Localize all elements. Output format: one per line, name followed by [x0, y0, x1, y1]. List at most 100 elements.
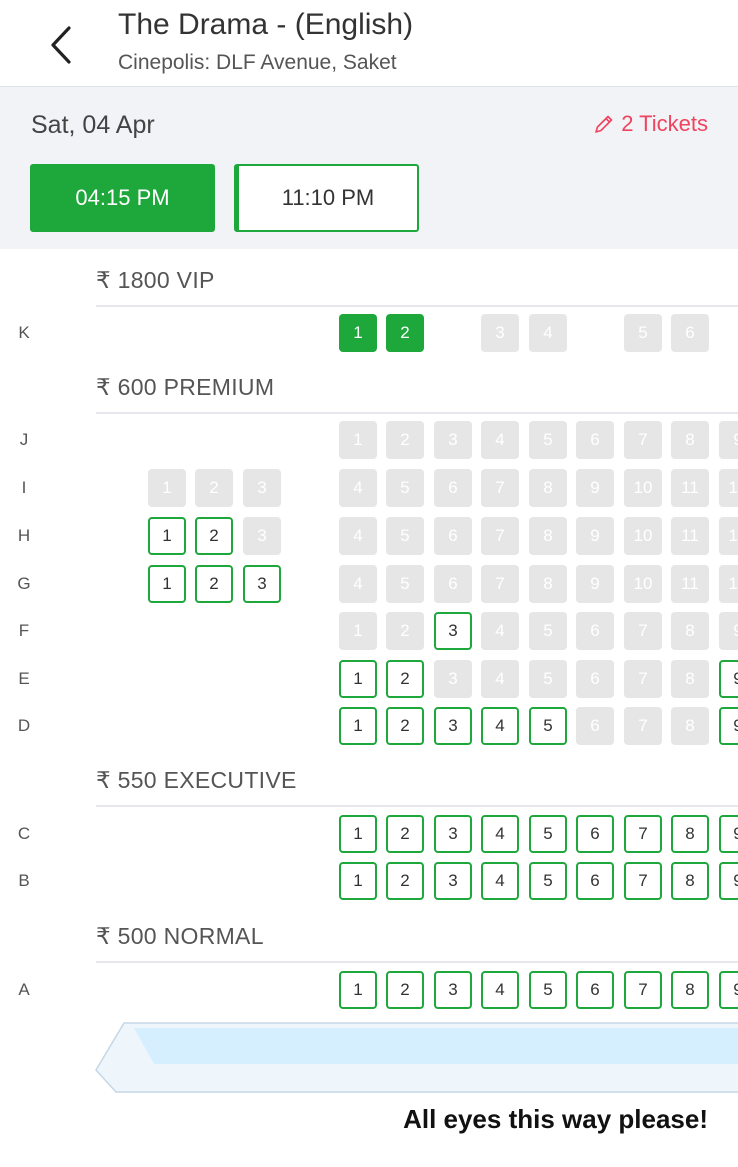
seat-G2[interactable]: 2: [195, 565, 233, 603]
seat-B9[interactable]: 9: [719, 862, 738, 900]
seat-G3[interactable]: 3: [243, 565, 281, 603]
seat-H8: 8: [529, 517, 567, 555]
seat-B6[interactable]: 6: [576, 862, 614, 900]
screen-graphic: [95, 1022, 738, 1093]
seat-C5[interactable]: 5: [529, 815, 567, 853]
seat-H11: 11: [671, 517, 709, 555]
row-label: A: [18, 980, 30, 999]
screen-caption: All eyes this way please!: [403, 1104, 708, 1134]
seat-H5: 5: [386, 517, 424, 555]
movie-title: The Drama - (English): [118, 8, 414, 41]
seat-G6: 6: [434, 565, 472, 603]
seat-G5: 5: [386, 565, 424, 603]
seat-C8[interactable]: 8: [671, 815, 709, 853]
ticket-count-button[interactable]: 2 Tickets: [593, 111, 708, 137]
seat-J3: 3: [434, 421, 472, 459]
seat-K2[interactable]: 2: [386, 314, 424, 352]
seat-D2[interactable]: 2: [386, 707, 424, 745]
seat-A8[interactable]: 8: [671, 971, 709, 1009]
seat-B3[interactable]: 3: [434, 862, 472, 900]
seat-I6: 6: [434, 469, 472, 507]
seat-J4: 4: [481, 421, 519, 459]
row-label: C: [17, 824, 31, 843]
seat-F3[interactable]: 3: [434, 612, 472, 650]
section-divider: [96, 805, 738, 807]
seat-B4[interactable]: 4: [481, 862, 519, 900]
cinema-name: Cinepolis: DLF Avenue, Saket: [118, 51, 397, 74]
seat-K1[interactable]: 1: [339, 314, 377, 352]
seat-C9[interactable]: 9: [719, 815, 738, 853]
seat-D3[interactable]: 3: [434, 707, 472, 745]
seat-D9[interactable]: 9: [719, 707, 738, 745]
pencil-icon: [595, 115, 613, 133]
seat-G1[interactable]: 1: [148, 565, 186, 603]
seat-C2[interactable]: 2: [386, 815, 424, 853]
app-header: The Drama - (English) Cinepolis: DLF Ave…: [0, 0, 738, 87]
seat-E9[interactable]: 9: [719, 660, 738, 698]
seat-C7[interactable]: 7: [624, 815, 662, 853]
seat-B8[interactable]: 8: [671, 862, 709, 900]
seat-F5: 5: [529, 612, 567, 650]
seat-H2[interactable]: 2: [195, 517, 233, 555]
seat-E6: 6: [576, 660, 614, 698]
seat-A6[interactable]: 6: [576, 971, 614, 1009]
seat-K5: 5: [624, 314, 662, 352]
row-label: B: [18, 871, 30, 890]
chevron-left-icon: [51, 26, 71, 64]
seat-D7: 7: [624, 707, 662, 745]
seat-G11: 11: [671, 565, 709, 603]
seat-K3: 3: [481, 314, 519, 352]
seat-H12: 12: [719, 517, 738, 555]
seat-E3: 3: [434, 660, 472, 698]
seat-A1[interactable]: 1: [339, 971, 377, 1009]
back-button[interactable]: [44, 22, 80, 68]
seat-C6[interactable]: 6: [576, 815, 614, 853]
seat-B1[interactable]: 1: [339, 862, 377, 900]
seat-E2[interactable]: 2: [386, 660, 424, 698]
seat-I9: 9: [576, 469, 614, 507]
seat-I2: 2: [195, 469, 233, 507]
seat-J8: 8: [671, 421, 709, 459]
seat-H1[interactable]: 1: [148, 517, 186, 555]
showtime-button-0415[interactable]: 04:15 PM: [30, 164, 215, 232]
seat-B7[interactable]: 7: [624, 862, 662, 900]
seat-D5[interactable]: 5: [529, 707, 567, 745]
seat-H10: 10: [624, 517, 662, 555]
seat-D4[interactable]: 4: [481, 707, 519, 745]
showtime-button-1110[interactable]: 11:10 PM: [234, 164, 419, 232]
seat-H3: 3: [243, 517, 281, 555]
seat-F4: 4: [481, 612, 519, 650]
seat-A2[interactable]: 2: [386, 971, 424, 1009]
seat-A5[interactable]: 5: [529, 971, 567, 1009]
seat-A3[interactable]: 3: [434, 971, 472, 1009]
seat-G9: 9: [576, 565, 614, 603]
seat-C4[interactable]: 4: [481, 815, 519, 853]
seat-C3[interactable]: 3: [434, 815, 472, 853]
seat-I12: 12: [719, 469, 738, 507]
ticket-count-label: 2 Tickets: [621, 111, 708, 136]
seat-H9: 9: [576, 517, 614, 555]
seat-J2: 2: [386, 421, 424, 459]
row-label: E: [18, 669, 30, 688]
seat-I7: 7: [481, 469, 519, 507]
seat-B5[interactable]: 5: [529, 862, 567, 900]
seat-B2[interactable]: 2: [386, 862, 424, 900]
seat-C1[interactable]: 1: [339, 815, 377, 853]
seat-A7[interactable]: 7: [624, 971, 662, 1009]
seat-E4: 4: [481, 660, 519, 698]
seat-K4: 4: [529, 314, 567, 352]
showtime-bar: Sat, 04 Apr 2 Tickets 04:15 PM 11:10 PM: [0, 87, 738, 249]
row-label: G: [17, 574, 31, 593]
seat-H6: 6: [434, 517, 472, 555]
row-label: J: [19, 430, 29, 449]
seat-A4[interactable]: 4: [481, 971, 519, 1009]
seat-E1[interactable]: 1: [339, 660, 377, 698]
row-label: D: [17, 716, 31, 735]
seat-D1[interactable]: 1: [339, 707, 377, 745]
section-divider: [96, 305, 738, 307]
seat-F1: 1: [339, 612, 377, 650]
seat-A9[interactable]: 9: [719, 971, 738, 1009]
seat-G10: 10: [624, 565, 662, 603]
seat-G4: 4: [339, 565, 377, 603]
show-date: Sat, 04 Apr: [31, 111, 155, 139]
